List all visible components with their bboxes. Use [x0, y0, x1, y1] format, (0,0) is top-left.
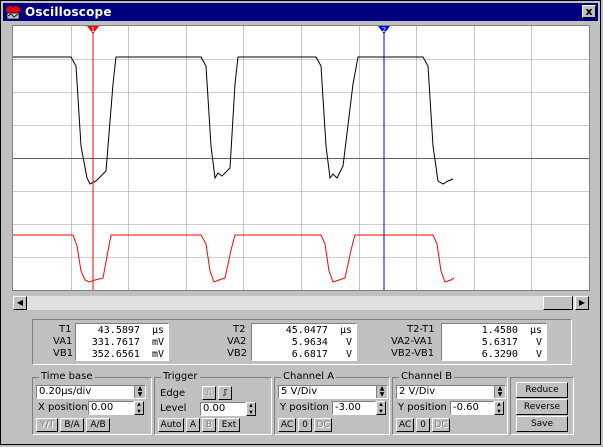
t2-t1-value: 1.4580 µs: [481, 325, 542, 336]
readout-middle-box: 45.0477 µs 5.9634 V 6.6817 V: [251, 323, 357, 361]
trigger-level-spinner[interactable]: ▲ ▼: [246, 402, 256, 416]
close-icon: x: [585, 5, 593, 18]
channel-b-group: Channel B 2 V/Div ▲ ▼ Y position -0.60 ▲ ▼…: [392, 371, 508, 435]
trigger-a-button[interactable]: A: [186, 418, 200, 432]
oscilloscope-window: Oscilloscope x 1 2 ◀ ▶ T1 VA1 VB1 43.589…: [0, 0, 601, 445]
channel-a-scale-value: 5 V/Div: [281, 386, 318, 397]
spin-arrows-icon[interactable]: ▲ ▼: [376, 386, 387, 398]
trigger-ext-button[interactable]: Ext: [218, 418, 240, 432]
channel-b-zero-button[interactable]: 0: [416, 418, 430, 432]
timebase-scale-value: 0.20µs/div: [39, 386, 92, 397]
t1-label: T1: [59, 324, 72, 335]
channel-a-ypos-label: Y position: [280, 402, 329, 413]
va2-value: 5.9634 V: [291, 337, 352, 348]
vb2-vb1-value: 6.3290 V: [481, 349, 542, 360]
reverse-button[interactable]: Reverse: [516, 399, 568, 415]
vb1-label: VB1: [53, 348, 74, 359]
rising-edge-icon: ⎍: [205, 388, 213, 398]
va1-label: VA1: [53, 336, 73, 347]
vb2-vb1-label: VB2-VB1: [391, 348, 435, 359]
channel-a-group: Channel A 5 V/Div ▲ ▼ Y position -3.00 ▲ ▼…: [274, 371, 390, 435]
cursor-1-number: 1: [91, 26, 95, 34]
vb2-label: VB2: [227, 348, 248, 359]
cursor-readout-panel: T1 VA1 VB1 43.5897 µs 331.7617 mV 352.65…: [32, 319, 572, 365]
channel-a-ypos-input[interactable]: -3.00: [332, 401, 376, 415]
x-position-spinner[interactable]: ▲ ▼: [134, 401, 144, 415]
mode-yt-button[interactable]: Y/T: [36, 418, 58, 432]
t2-label: T2: [233, 324, 246, 335]
falling-edge-button[interactable]: ⎎: [218, 386, 232, 400]
trigger-auto-button[interactable]: Auto: [158, 418, 184, 432]
scope-graticule: 1 2: [13, 26, 589, 290]
triangle-right-icon: ▶: [578, 298, 586, 307]
va2-va1-value: 5.6317 V: [481, 337, 542, 348]
cursor-2-number: 2: [382, 26, 386, 34]
level-label: Level: [160, 403, 187, 414]
channel-a-ac-button[interactable]: AC: [278, 418, 296, 432]
x-position-input[interactable]: 0.00: [88, 401, 134, 415]
falling-edge-icon: ⎎: [222, 388, 228, 398]
va2-label: VA2: [227, 336, 247, 347]
x-position-label: X position: [38, 402, 88, 413]
oscilloscope-app-icon: [6, 6, 20, 20]
scope-display[interactable]: 1 2: [12, 25, 590, 291]
close-button[interactable]: x: [582, 5, 596, 18]
grid-lines: [13, 26, 589, 290]
timebase-title: Time base: [39, 371, 95, 382]
trigger-level-input[interactable]: 0.00: [200, 402, 246, 416]
readout-left-box: 43.5897 µs 331.7617 mV 352.6561 mV: [75, 323, 169, 361]
va1-value: 331.7617 mV: [91, 337, 164, 348]
channel-b-ypos-label: Y position: [398, 402, 447, 413]
spin-arrows-icon[interactable]: ▲ ▼: [134, 386, 145, 398]
t2-t1-label: T2-T1: [407, 324, 435, 335]
t1-value: 43.5897 µs: [97, 325, 164, 336]
channel-a-scale-select[interactable]: 5 V/Div ▲ ▼: [278, 385, 388, 399]
spin-arrows-icon[interactable]: ▲ ▼: [494, 386, 505, 398]
edge-label: Edge: [160, 388, 186, 399]
channel-b-trace: [13, 234, 455, 283]
channel-b-dc-button[interactable]: DC: [432, 418, 450, 432]
channel-a-ypos-spinner[interactable]: ▲ ▼: [376, 401, 386, 415]
trigger-title: Trigger: [161, 371, 200, 382]
va2-va1-label: VA2-VA1: [391, 336, 433, 347]
vb1-value: 352.6561 mV: [91, 349, 164, 360]
vb2-value: 6.6817 V: [291, 349, 352, 360]
scroll-thumb[interactable]: [543, 296, 573, 310]
channel-b-ypos-spinner[interactable]: ▲ ▼: [494, 401, 504, 415]
timebase-group: Time base 0.20µs/div ▲ ▼ X position 0.00 …: [32, 371, 152, 435]
channel-b-ac-button[interactable]: AC: [396, 418, 414, 432]
reduce-button[interactable]: Reduce: [516, 382, 568, 398]
channel-b-scale-value: 2 V/Div: [399, 386, 436, 397]
trigger-group: Trigger Edge ⎍ ⎎ Level 0.00 ▲ ▼ Auto A B …: [154, 371, 272, 435]
channel-a-zero-button[interactable]: 0: [298, 418, 312, 432]
scroll-right-button[interactable]: ▶: [575, 296, 589, 310]
mode-ba-button[interactable]: B/A: [60, 418, 84, 432]
channel-b-ypos-input[interactable]: -0.60: [450, 401, 494, 415]
triangle-left-icon: ◀: [16, 298, 24, 307]
channel-a-title: Channel A: [281, 371, 337, 382]
mode-ab-button[interactable]: A/B: [86, 418, 110, 432]
title-bar[interactable]: Oscilloscope x: [3, 3, 598, 21]
window-title: Oscilloscope: [25, 5, 112, 19]
channel-a-dc-button[interactable]: DC: [314, 418, 332, 432]
channel-a-trace: [13, 56, 454, 185]
trigger-b-button[interactable]: B: [202, 418, 216, 432]
time-scrollbar[interactable]: ◀ ▶: [12, 295, 590, 311]
channel-b-title: Channel B: [399, 371, 455, 382]
save-button[interactable]: Save: [516, 416, 568, 432]
scroll-left-button[interactable]: ◀: [13, 296, 27, 310]
channel-b-scale-select[interactable]: 2 V/Div ▲ ▼: [396, 385, 506, 399]
t2-value: 45.0477 µs: [285, 325, 352, 336]
control-panel: Time base 0.20µs/div ▲ ▼ X position 0.00 …: [32, 371, 584, 437]
readout-right-box: 1.4580 µs 5.6317 V 6.3290 V: [441, 323, 547, 361]
timebase-scale-select[interactable]: 0.20µs/div ▲ ▼: [36, 385, 146, 399]
rising-edge-button[interactable]: ⎍: [202, 386, 216, 400]
